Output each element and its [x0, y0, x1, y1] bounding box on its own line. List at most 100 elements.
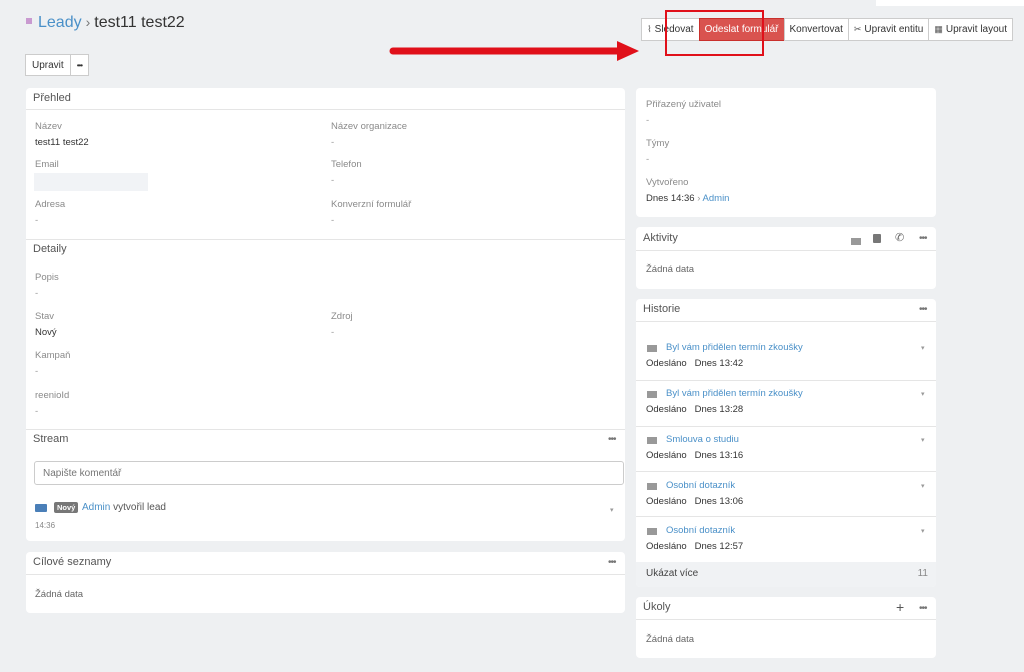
top-right-box: [876, 0, 1024, 6]
annotation-arrow-icon: [389, 41, 639, 61]
phone-value: -: [331, 175, 335, 186]
edit-button[interactable]: Upravit: [25, 54, 71, 76]
activities-menu-button[interactable]: •••: [919, 233, 927, 244]
chevron-down-icon[interactable]: ▾: [921, 344, 925, 352]
tasks-title: Úkoly: [643, 601, 671, 613]
stream-menu-button[interactable]: •••: [608, 434, 616, 445]
comment-input[interactable]: [34, 461, 624, 485]
source-value: -: [331, 327, 335, 338]
address-value: -: [35, 215, 39, 226]
assigned-user-value: -: [646, 115, 650, 126]
page-title: Leady › test11 test22: [26, 14, 185, 32]
overview-panel: Přehled Název test11 test22 Název organi…: [26, 88, 625, 541]
breadcrumb-separator: ›: [85, 14, 91, 30]
stream-entry: Admin vytvořil lead: [82, 502, 166, 513]
activities-panel: Aktivity ✆ ••• Žádná data: [636, 227, 936, 289]
details-title: Detaily: [33, 243, 67, 255]
list-item: Osobní dotazník ▾ Odesláno Dnes 12:57: [636, 516, 936, 561]
edit-entity-button[interactable]: ✂ Upravit entitu: [847, 18, 930, 41]
chevron-down-icon[interactable]: ▾: [921, 527, 925, 535]
email-icon: [647, 390, 657, 398]
edit-layout-button[interactable]: ▦ Upravit layout: [928, 18, 1013, 41]
history-item-meta: Odesláno Dnes 13:06: [646, 496, 744, 507]
created-value: Dnes 14:36 › Admin: [646, 193, 730, 204]
table-icon: ▦: [934, 24, 943, 34]
history-item-meta: Odesláno Dnes 13:28: [646, 404, 744, 415]
phone-label: Telefon: [331, 159, 362, 170]
tasks-menu-button[interactable]: •••: [919, 603, 927, 614]
convert-button[interactable]: Konvertovat: [783, 18, 849, 41]
email-icon: [647, 344, 657, 352]
conversion-form-label: Konverzní formulář: [331, 199, 412, 210]
email-icon[interactable]: [851, 236, 861, 247]
highlight-box: [665, 10, 764, 56]
divider: [26, 239, 625, 240]
chevron-down-icon[interactable]: ▾: [921, 482, 925, 490]
status-label: Stav: [35, 311, 55, 322]
reenioid-value: -: [35, 406, 39, 417]
divider: [636, 250, 936, 251]
more-actions-button[interactable]: •••: [69, 54, 90, 76]
status-value: Nový: [35, 327, 57, 338]
target-lists-menu-button[interactable]: •••: [608, 557, 616, 568]
history-panel: Historie ••• Byl vám přidělen termín zko…: [636, 299, 936, 587]
history-item-link[interactable]: Osobní dotazník: [666, 525, 735, 536]
org-label: Název organizace: [331, 121, 408, 132]
rss-icon: ⌇: [647, 24, 652, 34]
chevron-down-icon[interactable]: ▾: [921, 390, 925, 398]
add-task-button[interactable]: +: [896, 599, 904, 615]
target-lists-empty: Žádná data: [35, 589, 84, 600]
list-item: Osobní dotazník ▾ Odesláno Dnes 13:06: [636, 471, 936, 516]
history-menu-button[interactable]: •••: [919, 304, 927, 315]
email-icon: [647, 527, 657, 535]
description-value: -: [35, 288, 39, 299]
edit-toolbar: Upravit •••: [25, 54, 90, 76]
assigned-user-label: Přiřazený uživatel: [646, 99, 721, 110]
list-item: Byl vám přidělen termín zkoušky ▾ Odeslá…: [636, 380, 936, 425]
calendar-icon[interactable]: [873, 234, 881, 243]
divider: [26, 109, 625, 110]
history-item-link[interactable]: Smlouva o studiu: [666, 434, 739, 445]
org-value: -: [331, 137, 335, 148]
history-item-link[interactable]: Osobní dotazník: [666, 480, 735, 491]
show-more-row[interactable]: Ukázat více 11: [636, 562, 936, 587]
divider: [636, 619, 936, 620]
tasks-empty: Žádná data: [646, 634, 695, 645]
email-icon: [647, 436, 657, 444]
stream-title: Stream: [33, 433, 69, 445]
teams-label: Týmy: [646, 138, 670, 149]
history-item-meta: Odesláno Dnes 13:16: [646, 450, 744, 461]
name-label: Název: [35, 121, 62, 132]
address-label: Adresa: [35, 199, 66, 210]
show-more-link[interactable]: Ukázat více: [646, 568, 698, 579]
divider: [26, 574, 625, 575]
tools-icon: ✂: [853, 24, 862, 34]
record-name: test11 test22: [94, 14, 185, 31]
stream-action-text: vytvořil lead: [113, 502, 166, 513]
chevron-down-icon[interactable]: ▾: [921, 436, 925, 444]
conversion-form-value: -: [331, 215, 335, 226]
reenioid-label: reenioId: [35, 390, 70, 401]
history-count: 11: [917, 568, 928, 579]
activities-title: Aktivity: [643, 232, 678, 244]
email-value-redacted: [34, 173, 148, 191]
name-value: test11 test22: [35, 137, 89, 148]
created-by-link[interactable]: Admin: [703, 193, 730, 204]
divider: [636, 321, 936, 322]
chevron-down-icon[interactable]: ▾: [610, 506, 614, 514]
source-label: Zdroj: [331, 311, 353, 322]
phone-icon[interactable]: ✆: [895, 231, 904, 244]
lead-icon: [35, 504, 47, 512]
created-label: Vytvořeno: [646, 177, 689, 188]
stream-user-link[interactable]: Admin: [82, 502, 110, 513]
history-title: Historie: [643, 303, 681, 315]
target-lists-title: Cílové seznamy: [33, 556, 112, 568]
history-item-meta: Odesláno Dnes 12:57: [646, 541, 744, 552]
history-item-link[interactable]: Byl vám přidělen termín zkoušky: [666, 342, 803, 353]
list-item: Byl vám přidělen termín zkoušky ▾ Odeslá…: [636, 335, 936, 380]
history-item-link[interactable]: Byl vám přidělen termín zkoušky: [666, 388, 803, 399]
overview-title: Přehled: [33, 92, 71, 104]
breadcrumb-link-leads[interactable]: Leady: [38, 14, 82, 31]
description-label: Popis: [35, 272, 59, 283]
divider: [26, 429, 625, 430]
